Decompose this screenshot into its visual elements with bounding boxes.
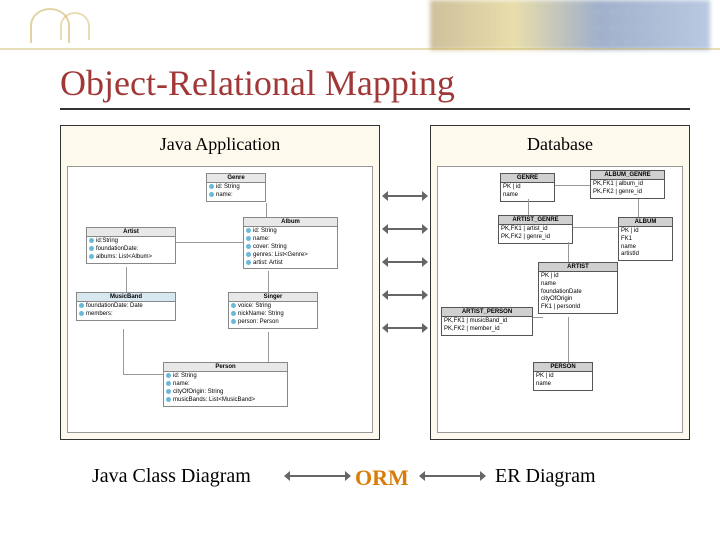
er-link (528, 199, 529, 215)
er-caption: ER Diagram (495, 465, 596, 488)
double-arrow-icon (382, 288, 428, 302)
uml-link (176, 242, 243, 243)
uml-link (268, 271, 269, 292)
er-table-album-genre: ALBUM_GENRE PK,FK1 | album_idPK,FK2 | ge… (590, 170, 665, 199)
er-table-album: ALBUM PK | idFK1nameartistId (618, 217, 673, 261)
uml-class-singer: Singer voice: StringnickName: Stringpers… (228, 292, 318, 329)
uml-class-artist: Artist id:StringfoundationDate:albums: L… (86, 227, 176, 264)
er-link (533, 317, 543, 318)
double-arrow-icon (382, 321, 428, 335)
er-link (638, 199, 639, 217)
mapping-arrows (382, 170, 428, 354)
java-application-panel: Java Application Genre id: Stringname: A… (60, 125, 380, 440)
title-underline (60, 108, 690, 110)
footer-captions: Java Class Diagram ORM ER Diagram (0, 465, 720, 505)
database-panel: Database GENRE PK | idname ALBUM_GENRE P… (430, 125, 690, 440)
flower-decoration (430, 0, 710, 50)
uml-class-genre: Genre id: Stringname: (206, 173, 266, 202)
double-arrow-icon (382, 222, 428, 236)
slide-decoration (0, 0, 720, 50)
uml-class-album: Album id: Stringname:cover: Stringgenres… (243, 217, 338, 269)
double-arrow-icon (290, 475, 345, 477)
er-link (568, 317, 569, 362)
er-link (555, 185, 590, 186)
uml-class-musicband: MusicBand foundationDate: Datemembers: (76, 292, 176, 321)
uml-diagram-container: Genre id: Stringname: Artist id:Stringfo… (67, 166, 373, 433)
er-link (573, 227, 618, 228)
double-arrow-icon (382, 255, 428, 269)
er-table-artist-genre: ARTIST_GENRE PK,FK1 | artist_idPK,FK2 | … (498, 215, 573, 244)
orm-label: ORM (355, 465, 409, 491)
er-diagram-container: GENRE PK | idname ALBUM_GENRE PK,FK1 | a… (437, 166, 683, 433)
decoration-underline (0, 48, 720, 50)
uml-link (123, 374, 163, 375)
double-arrow-icon (382, 189, 428, 203)
database-panel-title: Database (431, 126, 689, 163)
er-table-artist-person: ARTIST_PERSON PK,FK1 | musicBand_idPK,FK… (441, 307, 533, 336)
uml-link (266, 203, 267, 217)
uml-class-person: Person id: Stringname:cityOfOrigin: Stri… (163, 362, 288, 407)
er-table-genre: GENRE PK | idname (500, 173, 555, 202)
er-table-artist: ARTIST PK | idnamefoundationDatecityOfOr… (538, 262, 618, 314)
er-table-person: PERSON PK | idname (533, 362, 593, 391)
double-arrow-icon (425, 475, 480, 477)
uml-link (268, 332, 269, 362)
uml-link (123, 329, 124, 374)
java-caption: Java Class Diagram (92, 465, 251, 488)
slide-title: Object-Relational Mapping (60, 62, 455, 104)
er-link (568, 242, 569, 262)
java-panel-title: Java Application (61, 126, 379, 163)
uml-link (126, 267, 127, 292)
